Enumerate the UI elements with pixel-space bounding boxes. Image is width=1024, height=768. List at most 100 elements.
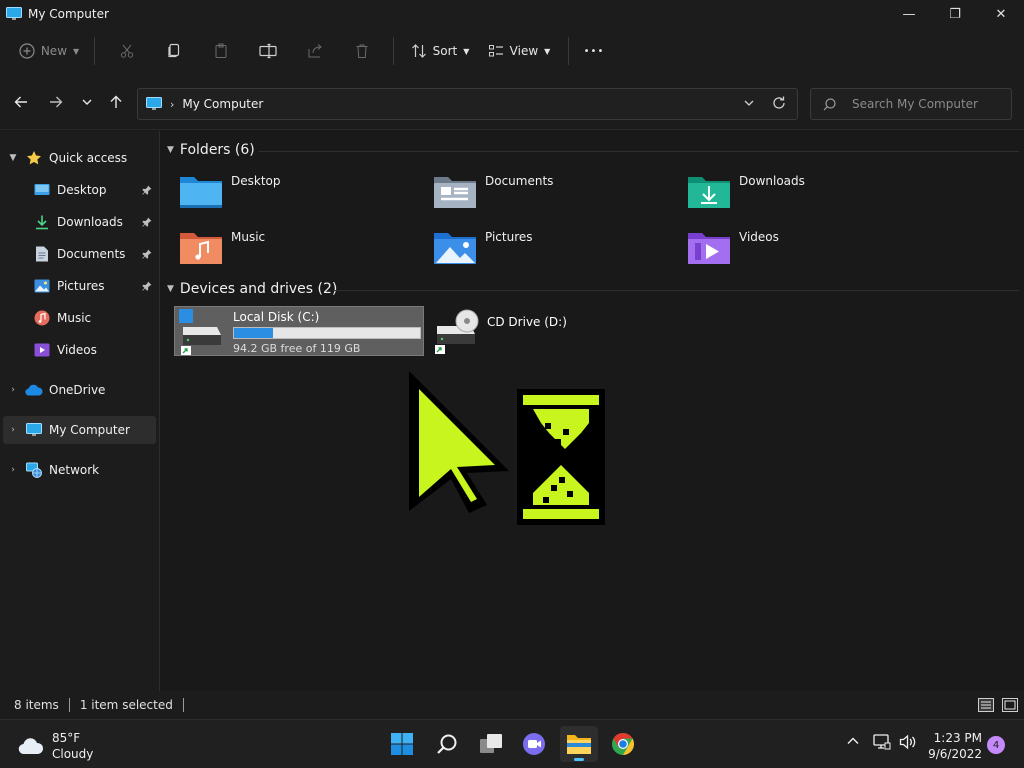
desktop-folder-icon (180, 177, 222, 208)
drive-name: CD Drive (D:) (487, 315, 567, 329)
search-icon (437, 734, 457, 754)
recent-locations-button[interactable] (75, 90, 99, 114)
network-icon (25, 462, 43, 478)
folder-name: Documents (485, 174, 554, 188)
file-explorer-taskbar-button[interactable] (560, 726, 598, 762)
sidebar-item-onedrive[interactable]: › OneDrive (3, 376, 156, 404)
chevron-down-icon (744, 100, 754, 106)
pin-icon[interactable] (142, 248, 152, 262)
ethernet-icon (873, 734, 891, 750)
address-bar[interactable]: › My Computer (137, 88, 798, 120)
sidebar-item-quick-access[interactable]: ▼ Quick access (3, 144, 156, 172)
view-list-icon (488, 45, 503, 57)
window-title: My Computer (28, 7, 109, 21)
refresh-button[interactable] (771, 95, 787, 114)
search-taskbar-button[interactable] (428, 726, 466, 762)
download-icon (33, 214, 51, 230)
sort-label: Sort (432, 44, 458, 58)
chrome-taskbar-button[interactable] (604, 726, 642, 762)
chat-button[interactable] (515, 726, 553, 762)
chevron-down-icon[interactable]: ▼ (167, 284, 174, 294)
chevron-right-icon[interactable]: › (5, 425, 21, 435)
weather-condition: Cloudy (52, 747, 94, 761)
sidebar-item-downloads[interactable]: Downloads (3, 208, 156, 236)
details-view-icon[interactable] (978, 698, 994, 712)
folder-desktop[interactable]: Desktop (161, 168, 409, 218)
drive-cd-d[interactable]: CD Drive (D:) (429, 306, 629, 356)
folder-downloads[interactable]: Downloads (669, 168, 917, 218)
network-tray-button[interactable] (873, 734, 891, 753)
search-box[interactable] (810, 88, 1012, 120)
sidebar-item-music[interactable]: Music (3, 304, 156, 332)
selection-count: 1 item selected (79, 698, 173, 712)
copy-icon (167, 43, 179, 58)
copy-button[interactable] (150, 35, 197, 67)
breadcrumb[interactable]: My Computer (182, 97, 263, 111)
sidebar-item-label: Videos (57, 343, 97, 357)
downloads-folder-icon (688, 177, 730, 208)
share-button[interactable] (291, 35, 338, 67)
storage-usage-bar (233, 327, 421, 339)
back-button[interactable] (9, 90, 33, 114)
forward-button[interactable] (44, 90, 68, 114)
sidebar-item-pictures[interactable]: Pictures (3, 272, 156, 300)
start-button[interactable] (383, 726, 421, 762)
chevron-right-icon: › (170, 97, 175, 111)
close-button[interactable]: ✕ (978, 0, 1024, 28)
sidebar-item-network[interactable]: › Network (3, 456, 156, 484)
sidebar-item-label: Downloads (57, 215, 123, 229)
view-button[interactable]: View ▼ (478, 35, 560, 67)
weather-widget[interactable]: 85°F Cloudy (18, 730, 93, 762)
sidebar-item-my-computer[interactable]: › My Computer (3, 416, 156, 444)
item-count: 8 items (14, 698, 59, 712)
restore-button[interactable]: ❐ (932, 0, 978, 28)
weather-text: 85°F Cloudy (52, 730, 93, 762)
pin-icon[interactable] (142, 280, 152, 294)
rename-button[interactable] (244, 35, 291, 67)
notification-badge[interactable]: 4 (987, 736, 1005, 754)
paste-button[interactable] (197, 35, 244, 67)
folder-videos[interactable]: Videos (669, 224, 917, 274)
more-options-button[interactable]: ••• (577, 35, 611, 67)
sidebar-item-label: Pictures (57, 279, 105, 293)
divider (182, 698, 184, 712)
music-icon (33, 310, 51, 326)
up-button[interactable] (104, 90, 128, 114)
chevron-right-icon[interactable]: › (5, 465, 21, 475)
sidebar-item-videos[interactable]: Videos (3, 336, 156, 364)
show-hidden-icons-button[interactable] (846, 734, 860, 751)
clock[interactable]: 1:23 PM 9/6/2022 (928, 730, 982, 762)
search-input[interactable] (852, 97, 1002, 111)
new-button[interactable]: New ▼ (12, 35, 86, 67)
folder-pictures[interactable]: Pictures (415, 224, 663, 274)
sort-button[interactable]: Sort ▼ (402, 35, 478, 67)
folder-icon (567, 735, 591, 754)
divider (68, 698, 70, 712)
task-view-button[interactable] (472, 726, 510, 762)
videos-folder-icon (688, 233, 730, 264)
address-history-button[interactable] (743, 97, 755, 112)
sidebar-item-desktop[interactable]: Desktop (3, 176, 156, 204)
delete-button[interactable] (338, 35, 385, 67)
chevron-down-icon[interactable]: ▼ (5, 153, 21, 163)
pin-icon[interactable] (142, 184, 152, 198)
drive-local-disk-c[interactable]: Local Disk (C:) 94.2 GB free of 119 GB (174, 306, 424, 356)
monitor-icon (25, 422, 43, 438)
drives-group-header[interactable]: ▼ Devices and drives (2) (167, 281, 337, 297)
folder-documents[interactable]: Documents (415, 168, 663, 218)
tiles-view-icon[interactable] (1002, 698, 1018, 712)
minimize-button[interactable]: — (886, 0, 932, 28)
chevron-right-icon[interactable]: › (5, 385, 21, 395)
sidebar-item-label: Desktop (57, 183, 107, 197)
divider (94, 37, 95, 65)
folder-music[interactable]: Music (161, 224, 409, 274)
pin-icon[interactable] (142, 216, 152, 230)
chevron-down-icon[interactable]: ▼ (167, 145, 174, 155)
cd-drive-icon (435, 309, 479, 354)
cut-button[interactable] (103, 35, 150, 67)
divider (259, 151, 1019, 152)
folders-group-header[interactable]: ▼ Folders (6) (167, 142, 255, 158)
sidebar-item-documents[interactable]: Documents (3, 240, 156, 268)
chevron-down-icon: ▼ (463, 46, 470, 56)
volume-tray-button[interactable] (899, 734, 917, 753)
